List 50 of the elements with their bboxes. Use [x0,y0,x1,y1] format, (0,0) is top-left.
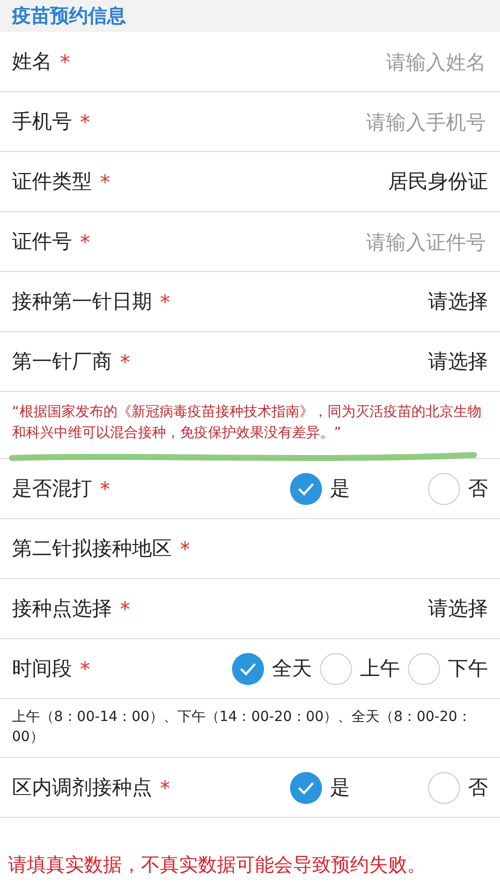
field-label: 手机号 [12,108,72,135]
radio-option[interactable]: 是 [290,472,350,504]
field-label: 是否混打 [12,475,92,502]
field-label: 时间段 [12,655,72,682]
field-label: 接种第一针日期 [12,288,152,315]
field-label: 证件号 [12,228,72,255]
select-value[interactable]: 居民身份证 [388,168,488,195]
radio-button[interactable] [408,652,440,684]
required-asterisk: * [160,776,170,800]
radio-button[interactable] [428,472,460,504]
required-asterisk: * [60,50,70,74]
required-asterisk: * [160,290,170,314]
required-asterisk: * [120,596,130,620]
radio-option[interactable]: 是 [290,772,350,804]
radio-button[interactable] [232,652,264,684]
section-title: 疫苗预约信息 [12,4,126,29]
hint-text: 上午（8：00-14：00）、下午（14：00-20：00）、全天（8：00-20：00） [12,708,472,747]
radio-option[interactable]: 否 [428,772,488,804]
field-label: 区内调剂接种点 [12,774,152,801]
radio-option[interactable]: 上午 [320,652,400,684]
check-icon [239,662,257,676]
radio-button[interactable] [290,472,322,504]
radio-button[interactable] [320,652,352,684]
radio-option[interactable]: 下午 [408,652,488,684]
radio-button[interactable] [290,772,322,804]
field-label: 接种点选择 [12,595,112,622]
radio-option[interactable]: 全天 [232,652,312,684]
check-icon [297,482,315,496]
field-label: 证件类型 [12,168,92,195]
notice-text: “根据国家发布的《新冠病毒疫苗接种技术指南》，同为灭活疫苗的北京生物和科兴中维可以混合接种，免疫保护效果没有差异。” [12,403,482,443]
required-asterisk: * [80,230,90,254]
field-label: 姓名 [12,48,52,75]
input-field[interactable]: 请输入手机号 [268,108,488,134]
warning-text: 请填真实数据，不真实数据可能会导致预约失败。 [8,854,426,876]
required-asterisk: * [100,170,110,194]
input-field[interactable]: 请输入证件号 [268,228,488,254]
field-label: 第二针拟接种地区 [12,535,172,562]
select-value[interactable]: 请选择 [428,348,488,375]
input-field[interactable]: 请输入姓名 [268,48,488,74]
required-asterisk: * [180,536,190,560]
radio-option[interactable]: 否 [428,472,488,504]
required-asterisk: * [100,476,110,500]
field-label: 第一针厂商 [12,348,112,375]
required-asterisk: * [80,656,90,680]
select-value[interactable]: 请选择 [428,595,488,622]
required-asterisk: * [120,350,130,374]
required-asterisk: * [80,110,90,134]
check-icon [297,780,315,794]
radio-button[interactable] [428,772,460,804]
select-value[interactable]: 请选择 [428,288,488,315]
